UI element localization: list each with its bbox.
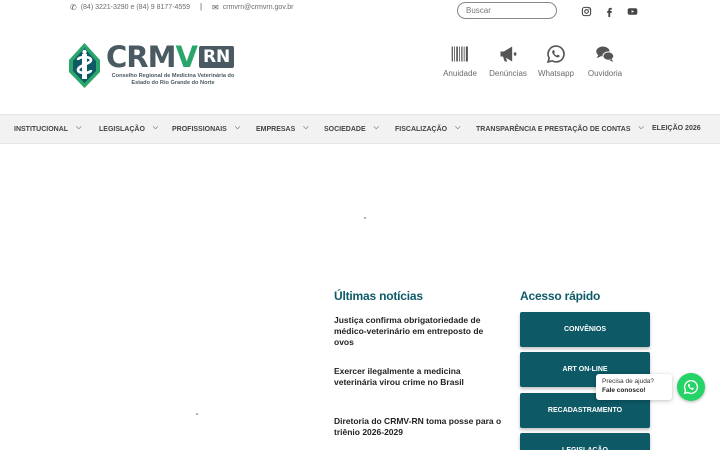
email-text: crmvrn@crmvrn.gov.br [222, 4, 294, 11]
quick-icon-label: Whatsapp [537, 69, 575, 78]
quick-icon-anuidade[interactable]: Anuidade [437, 44, 483, 78]
logo-wordmark: CRMV RN [106, 40, 235, 74]
search-input[interactable] [457, 2, 557, 19]
nav-item-institucional[interactable]: INSTITUCIONAL ⌵ [14, 124, 82, 133]
news-item[interactable]: Justiça confirma obrigatoriedade de médi… [334, 315, 504, 348]
nav-item-profissionais[interactable]: PROFISSIONAIS ⌵ [172, 124, 241, 133]
chevron-down-icon: ⌵ [234, 124, 241, 131]
news-item[interactable]: Exercer ilegalmente a medicina veterinár… [334, 366, 504, 388]
megaphone-icon [500, 46, 517, 62]
nav-item-empresas[interactable]: EMPRESAS ⌵ [256, 124, 309, 133]
phone-icon: ✆ [70, 3, 77, 12]
chevron-down-icon: ⌵ [303, 124, 309, 131]
news-item[interactable]: Diretoria do CRMV-RN toma posse para o t… [334, 416, 504, 438]
caduceus-emblem-icon [69, 43, 100, 88]
quick-icon-label: Denúncias [489, 69, 527, 78]
facebook-icon[interactable] [603, 5, 615, 17]
loading-dot [196, 413, 198, 415]
email-contact[interactable]: ✉ crmvrn@crmvrn.gov.br [212, 3, 293, 12]
whatsapp-chat-button[interactable] [677, 373, 705, 401]
convenios-button[interactable]: CONVÊNIOS [520, 312, 650, 347]
chevron-down-icon: ⌵ [76, 124, 82, 131]
page: ✆ (84) 3221-3290 e (84) 9 8177-4559 | ✉ … [0, 0, 720, 450]
nav-item-fiscalizacao[interactable]: FISCALIZAÇÃO ⌵ [395, 124, 461, 133]
phone-contact[interactable]: ✆ (84) 3221-3290 e (84) 9 8177-4559 [70, 3, 190, 12]
chevron-down-icon: ⌵ [638, 124, 644, 131]
quick-icon-denuncias[interactable]: Denúncias [485, 44, 531, 78]
main-nav: INSTITUCIONAL ⌵ LEGISLAÇÃO ⌵ PROFISSIONAIS… [0, 114, 720, 144]
quick-icon-ouvidoria[interactable]: Ouvidoria [582, 44, 628, 78]
nav-item-transparencia[interactable]: TRANSPARÊNCIA E PRESTAÇÃO DE CONTAS ⌵ [476, 124, 644, 133]
phone-text: (84) 3221-3290 e (84) 9 8177-4559 [80, 4, 191, 11]
quick-access-heading: Acesso rápido [520, 289, 601, 303]
contact-separator: | [200, 2, 203, 11]
quick-icon-whatsapp[interactable]: Whatsapp [533, 44, 579, 78]
youtube-icon[interactable] [626, 5, 638, 17]
whatsapp-icon [683, 379, 699, 395]
top-bar: ✆ (84) 3221-3290 e (84) 9 8177-4559 | ✉ … [0, 0, 720, 22]
instagram-icon[interactable] [580, 5, 592, 17]
chevron-down-icon: ⌵ [373, 124, 379, 131]
nav-item-legislacao[interactable]: LEGISLAÇÃO ⌵ [99, 124, 159, 133]
crmv-rn-logo[interactable]: CRMV RN Conselho Regional de Medicina Ve… [68, 40, 240, 90]
quick-icon-label: Anuidade [443, 69, 477, 78]
nav-item-sociedade[interactable]: SOCIEDADE ⌵ [324, 124, 379, 133]
loading-dot [364, 217, 366, 219]
barcode-icon [451, 46, 468, 62]
legislacao-button[interactable]: LEGISLAÇÃO [520, 433, 650, 450]
logo-rn-badge: RN [198, 46, 235, 68]
envelope-icon: ✉ [212, 3, 219, 12]
logo-subtitle: Conselho Regional de Medicina Veterinári… [111, 73, 235, 86]
news-heading: Últimas notícias [334, 289, 423, 303]
chevron-down-icon: ⌵ [455, 124, 461, 131]
nav-item-eleicao-2026[interactable]: ELEIÇÃO 2026 [652, 125, 701, 132]
whatsapp-icon [546, 45, 565, 64]
quick-icon-label: Ouvidoria [587, 69, 623, 78]
chat-bubbles-icon [596, 46, 615, 62]
chevron-down-icon: ⌵ [152, 124, 159, 131]
whatsapp-help-bubble[interactable]: Precisa de ajuda? Fale conosco! [596, 374, 672, 400]
